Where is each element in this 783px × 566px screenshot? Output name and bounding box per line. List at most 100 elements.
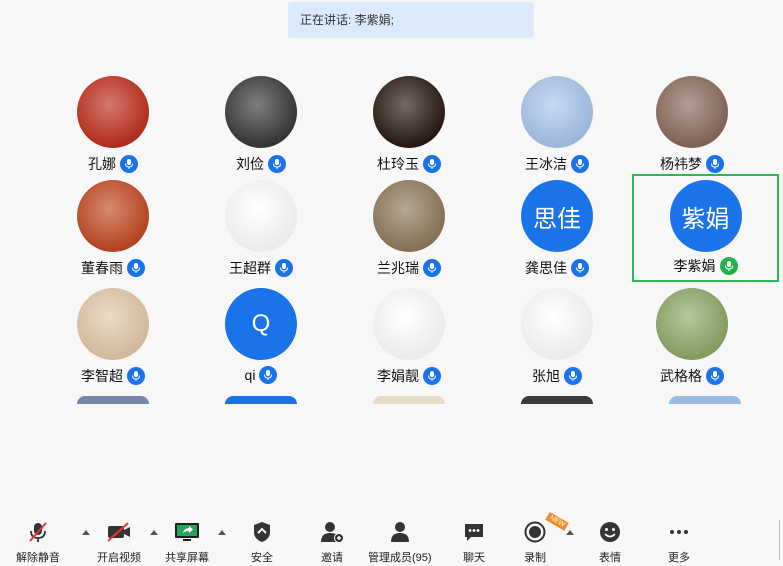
microphone-icon — [719, 257, 738, 275]
partial-avatar — [669, 396, 741, 404]
participant-name-row: 董春雨 — [53, 258, 173, 278]
participant-name: 龚思佳 — [525, 260, 567, 276]
microphone-icon — [127, 367, 145, 385]
camera-off-icon — [106, 520, 132, 544]
speaking-banner: 正在讲话: 李紫娟; — [288, 2, 534, 38]
participant-name-row: 武格格 — [632, 366, 752, 386]
microphone-icon — [127, 259, 145, 277]
participant-tile[interactable]: 思佳 龚思佳 — [497, 180, 617, 290]
participant-tile[interactable]: Qqi — [201, 288, 321, 398]
avatar: 紫娟 — [669, 180, 742, 252]
participant-tile[interactable]: 杜玲玉 — [349, 76, 469, 186]
partial-avatar — [77, 396, 149, 404]
avatar — [373, 288, 445, 360]
avatar-photo — [521, 76, 593, 148]
microphone-icon — [706, 155, 724, 173]
manage-members-button[interactable]: 管理成员(95) — [368, 520, 432, 566]
audio-options-caret[interactable] — [82, 530, 90, 535]
security-label: 安全 — [251, 552, 273, 564]
security-button[interactable]: 安全 — [249, 520, 275, 566]
microphone-icon — [564, 367, 582, 385]
microphone-icon — [571, 259, 589, 277]
avatar — [521, 76, 593, 148]
avatar-photo — [373, 76, 445, 148]
avatar — [77, 180, 149, 252]
avatar — [656, 288, 728, 360]
microphone-icon — [423, 155, 441, 173]
participant-name-row: 杜玲玉 — [349, 154, 469, 174]
microphone-icon — [268, 155, 286, 173]
chat-icon — [461, 520, 487, 544]
microphone-icon — [275, 259, 293, 277]
avatar — [373, 180, 445, 252]
microphone-icon — [259, 366, 278, 384]
avatar-photo — [225, 76, 297, 148]
reactions-button[interactable]: 表情 — [597, 520, 623, 566]
participant-name-row: 龚思佳 — [497, 258, 617, 278]
partial-avatar — [225, 396, 297, 404]
participant-name: 刘俭 — [236, 156, 264, 172]
participant-name: qi — [244, 367, 256, 383]
invite-button[interactable]: 邀请 — [319, 520, 345, 566]
participant-name-row: 李娟靓 — [349, 366, 469, 386]
invite-label: 邀请 — [321, 552, 343, 564]
participant-name-row: qi — [201, 366, 321, 384]
start-video-button[interactable]: 开启视频 — [97, 520, 141, 566]
participant-name: 王超群 — [229, 260, 271, 276]
participant-name: 孔娜 — [88, 156, 116, 172]
participant-name-row: 王超群 — [201, 258, 321, 278]
participant-tile[interactable]: 兰兆瑞 — [349, 180, 469, 290]
participant-name-row: 李紫娟 — [634, 256, 777, 276]
avatar-photo — [521, 288, 593, 360]
participant-grid: 孔娜 刘俭 杜玲玉 王冰洁 杨祎梦 董春雨 王超群 兰兆瑞 思佳 龚思佳 紫娟 李紫娟 李智超 Qqi 李娟… — [0, 0, 783, 400]
participant-tile[interactable]: 王冰洁 — [497, 76, 617, 186]
participant-tile[interactable]: 武格格 — [632, 288, 752, 398]
add-person-icon — [319, 520, 345, 544]
microphone-icon — [120, 155, 138, 173]
partial-avatar — [373, 396, 445, 404]
chat-button[interactable]: 聊天 — [461, 520, 487, 566]
more-button[interactable]: 更多 — [666, 520, 692, 566]
share-screen-label: 共享屏幕 — [165, 552, 209, 564]
record-options-caret[interactable] — [566, 530, 574, 535]
participant-tile[interactable]: 李智超 — [53, 288, 173, 398]
manage-members-label: 管理成员(95) — [368, 552, 432, 564]
participant-name: 李紫娟 — [673, 258, 716, 274]
participant-tile[interactable]: 张旭 — [497, 288, 617, 398]
participant-name: 董春雨 — [81, 260, 123, 276]
unmute-button[interactable]: 解除静音 — [16, 520, 60, 566]
avatar-initials: 紫娟 — [681, 205, 730, 233]
share-options-caret[interactable] — [218, 530, 226, 535]
record-icon — [522, 520, 548, 544]
avatar-photo — [656, 76, 728, 148]
participant-name-row: 孔娜 — [53, 154, 173, 174]
side-panel-edge[interactable] — [779, 520, 783, 560]
participant-tile[interactable]: 紫娟李紫娟 — [632, 174, 779, 282]
participant-tile[interactable]: 孔娜 — [53, 76, 173, 186]
record-button[interactable]: 录制 — [522, 520, 548, 566]
share-screen-icon — [174, 520, 200, 544]
avatar-photo — [373, 180, 445, 252]
avatar — [656, 76, 728, 148]
participant-name: 武格格 — [660, 368, 702, 384]
avatar-photo — [225, 180, 297, 252]
reactions-label: 表情 — [599, 552, 621, 564]
share-screen-button[interactable]: 共享屏幕 — [165, 520, 209, 566]
shield-icon — [249, 520, 275, 544]
video-options-caret[interactable] — [150, 530, 158, 535]
participant-tile[interactable]: 王超群 — [201, 180, 321, 290]
participant-name-row: 兰兆瑞 — [349, 258, 469, 278]
participant-name-row: 王冰洁 — [497, 154, 617, 174]
participant-tile[interactable]: 李娟靓 — [349, 288, 469, 398]
participant-tile[interactable]: 杨祎梦 — [632, 76, 752, 186]
chat-label: 聊天 — [463, 552, 485, 564]
microphone-icon — [423, 367, 441, 385]
avatar-photo — [77, 180, 149, 252]
participant-tile[interactable]: 刘俭 — [201, 76, 321, 186]
start-video-label: 开启视频 — [97, 552, 141, 564]
members-icon — [387, 520, 413, 544]
avatar — [225, 76, 297, 148]
microphone-icon — [571, 155, 589, 173]
participant-tile[interactable]: 董春雨 — [53, 180, 173, 290]
participant-name: 张旭 — [532, 368, 560, 384]
